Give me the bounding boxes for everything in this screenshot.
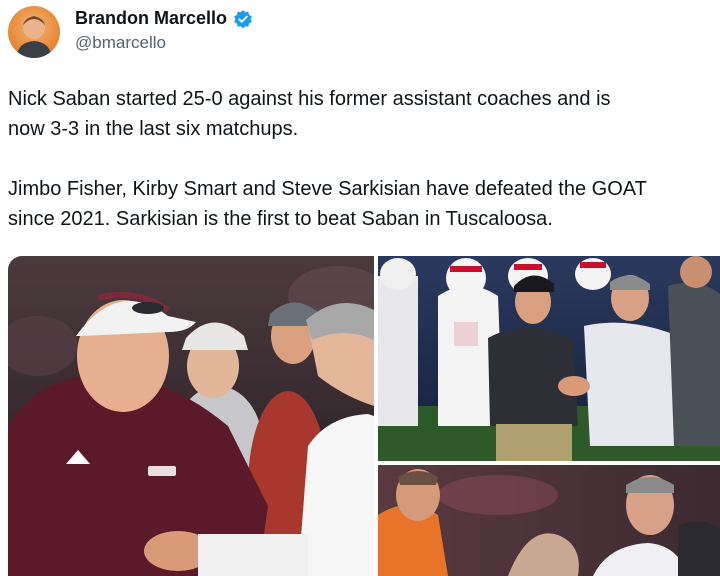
tweet-media [8,256,720,576]
profile-photo-icon [16,16,52,58]
tweet-line: since 2021. Sarkisian is the first to be… [8,208,553,230]
tweet-line: Nick Saban started 25-0 against his form… [8,88,611,110]
handle[interactable]: @bmarcello [75,33,253,53]
tweet-line: now 3-3 in the last six matchups. [8,118,299,140]
tweet-line: Jimbo Fisher, Kirby Smart and Steve Sark… [8,178,647,200]
verified-badge-icon[interactable] [233,9,253,29]
photo-handshake-orange[interactable] [378,465,720,576]
author-name-row: Brandon Marcello [75,8,253,29]
tweet-author: Brandon Marcello @bmarcello [75,8,253,53]
tweet-text: Nick Saban started 25-0 against his form… [8,84,720,234]
display-name[interactable]: Brandon Marcello [75,8,227,29]
tweet-paragraph-2: Jimbo Fisher, Kirby Smart and Steve Sark… [8,174,720,234]
photo-handshake-left[interactable] [8,256,374,576]
photo-handshake-sideline[interactable] [378,256,720,461]
avatar[interactable] [8,6,60,58]
tweet-paragraph-1: Nick Saban started 25-0 against his form… [8,84,720,144]
